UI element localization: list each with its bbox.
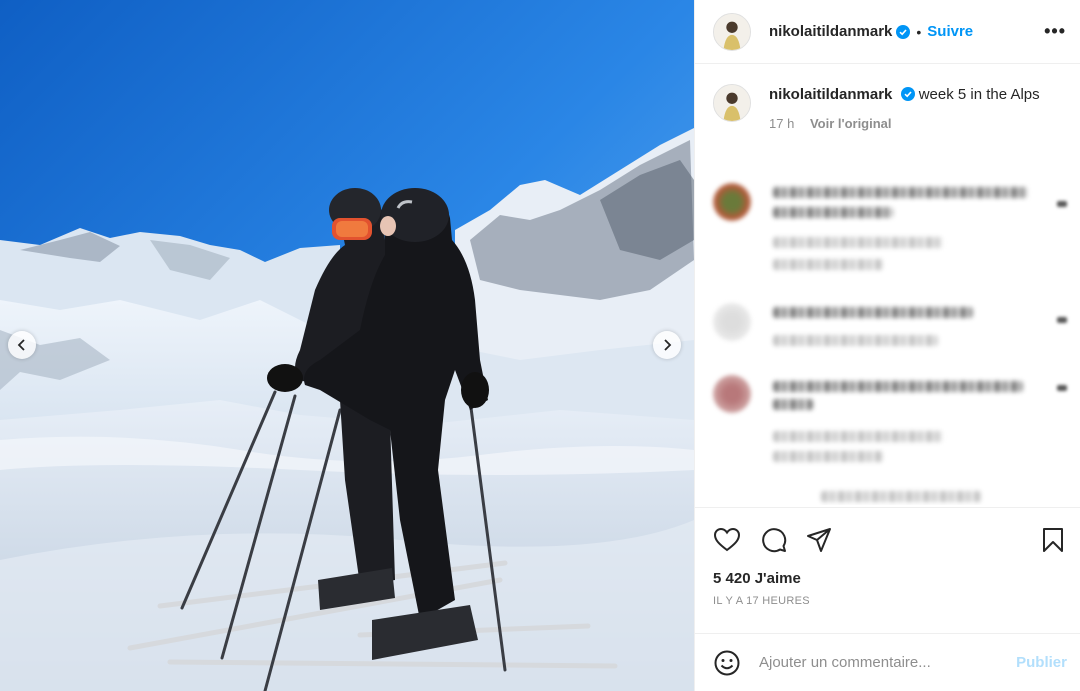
bookmark-icon (1043, 528, 1063, 552)
prev-photo-button[interactable] (8, 331, 36, 359)
caption-time: 17 h (769, 116, 795, 131)
share-button[interactable] (805, 526, 833, 554)
post-actions: 5 420 J'aime IL Y A 17 HEURES (695, 507, 1080, 630)
caption-username[interactable]: nikolaitildanmark (769, 86, 892, 103)
profile-avatar-image (714, 85, 750, 121)
add-comment-bar: Publier (695, 633, 1080, 691)
comment-icon (762, 528, 787, 553)
follow-button[interactable]: Suivre (927, 23, 973, 40)
post-author-username[interactable]: nikolaitildanmark (769, 23, 892, 40)
caption-meta: 17 h Voir l'original (769, 113, 1040, 134)
heart-icon (713, 527, 741, 552)
comment-input[interactable] (759, 654, 1017, 671)
caption-text: week 5 in the Alps (918, 86, 1040, 103)
separator-dot: • (916, 23, 922, 40)
share-icon (807, 528, 831, 552)
post-photo[interactable] (0, 0, 694, 691)
save-button[interactable] (1039, 526, 1067, 554)
see-original-link[interactable]: Voir l'original (810, 116, 892, 131)
caption-body: nikolaitildanmark week 5 in the Alps 17 … (769, 84, 1040, 134)
avatar[interactable] (713, 375, 751, 413)
next-photo-button[interactable] (653, 331, 681, 359)
verified-badge-icon (900, 87, 915, 101)
avatar[interactable] (713, 84, 751, 122)
publish-button[interactable]: Publier (1016, 654, 1067, 671)
post-side-panel: nikolaitildanmark • Suivre ••• nikolaiti… (694, 0, 1080, 691)
more-options-button[interactable]: ••• (1044, 21, 1066, 42)
avatar[interactable] (713, 12, 751, 51)
post-timestamp: IL Y A 17 HEURES (713, 595, 810, 607)
like-button[interactable] (713, 526, 741, 554)
likes-count[interactable]: 5 420 J'aime (695, 560, 1080, 587)
comment-button[interactable] (759, 526, 787, 554)
avatar[interactable] (713, 183, 751, 221)
verified-badge-icon (896, 24, 911, 39)
avatar[interactable] (713, 303, 751, 341)
chevron-right-icon (664, 339, 672, 351)
post-caption: nikolaitildanmark week 5 in the Alps 17 … (695, 64, 1080, 134)
profile-avatar-image (714, 13, 750, 50)
emoji-icon[interactable] (713, 649, 741, 677)
ski-alps-photo (0, 0, 694, 691)
comments-list (695, 175, 1080, 505)
chevron-left-icon (17, 339, 25, 351)
post-header: nikolaitildanmark • Suivre ••• (695, 0, 1080, 64)
